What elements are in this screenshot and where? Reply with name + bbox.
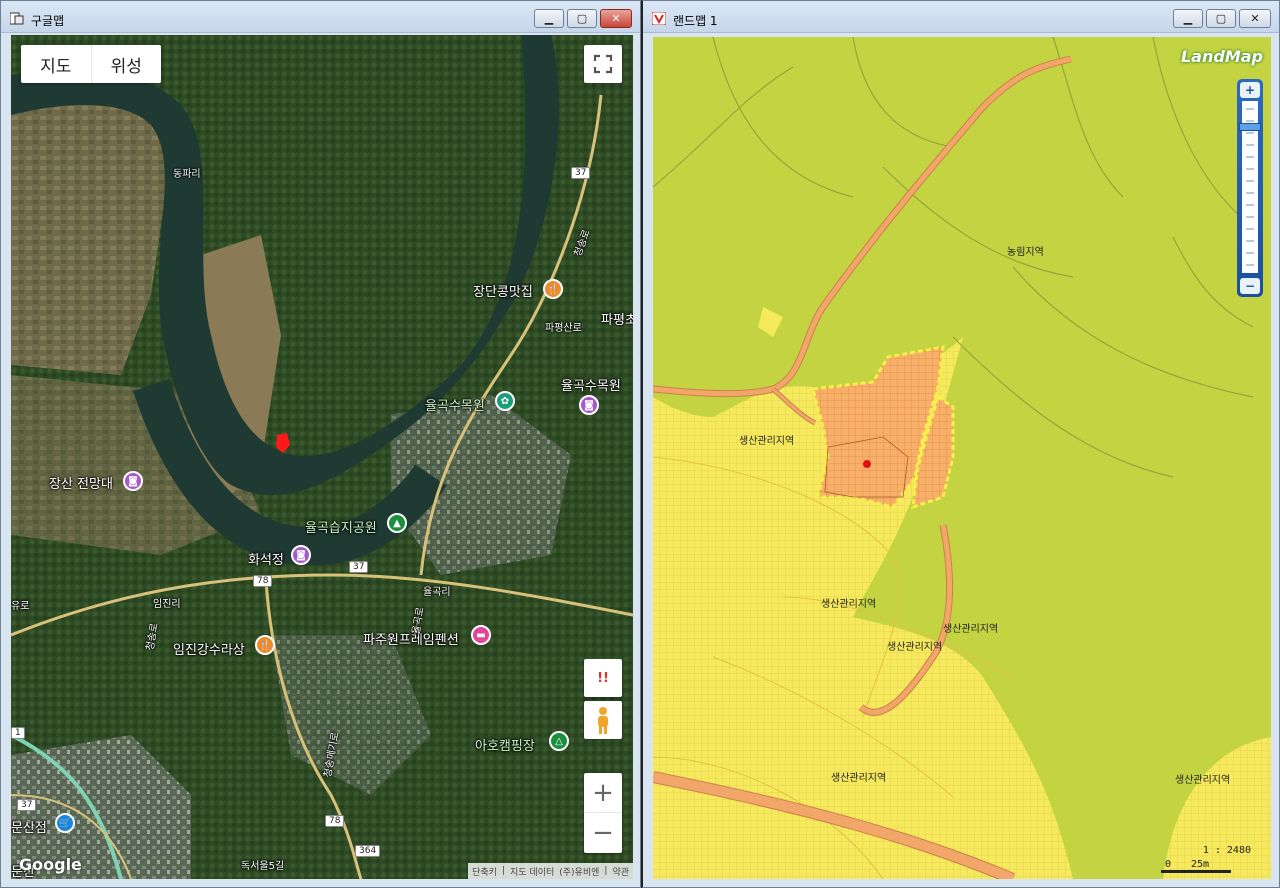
road-label: 독서울5길 — [241, 861, 285, 872]
close-icon: ✕ — [611, 12, 621, 25]
poi-label[interactable]: 문산점 — [11, 817, 47, 836]
alert-button[interactable]: !! — [584, 659, 622, 697]
maximize-button[interactable]: ▢ — [1206, 9, 1236, 28]
google-map-titlebar[interactable]: 구글맵 ▁ ▢ ✕ — [1, 1, 640, 33]
map-data-company: (주)유비엔 — [559, 867, 600, 878]
zoom-in-button[interactable]: + — [1240, 82, 1260, 98]
zoom-knob[interactable] — [1239, 123, 1261, 131]
road-badge: 37 — [17, 799, 37, 811]
zone-label: 생산관리지역 — [821, 599, 877, 610]
maximize-button[interactable]: ▢ — [567, 9, 597, 28]
zoning-map[interactable]: 농림지역 생산관리지역 생산관리지역 생산관리지역 생산관리지역 생산관리지역 … — [653, 37, 1271, 879]
maximize-icon: ▢ — [576, 12, 588, 25]
poi-label[interactable]: 율곡수목원 — [425, 395, 485, 414]
scale-zero: 0 — [1165, 859, 1172, 870]
campground-pin-icon[interactable]: △ — [549, 731, 569, 751]
map-type-control: 지도 위성 — [21, 45, 161, 83]
road-badge: 1 — [11, 727, 25, 739]
zoom-in-button[interactable]: + — [584, 773, 622, 813]
satellite-map[interactable]: 지도 위성 !! + − 37 37 78 78 364 37 1 장단콩맛집 … — [11, 35, 633, 879]
arboretum-pin-icon[interactable]: ✿ — [495, 391, 515, 411]
poi-label[interactable]: 화석정 — [248, 549, 284, 568]
road-badge: 78 — [325, 815, 345, 827]
road-badge: 78 — [253, 575, 273, 587]
minimize-icon: ▁ — [544, 12, 554, 25]
road-label: 유로 — [11, 601, 30, 612]
scale-ratio: 1 : 2480 — [1202, 845, 1251, 856]
attribution-divider: | — [604, 866, 608, 876]
window-title: 랜드맵 1 — [673, 14, 718, 28]
place-label: 임진리 — [153, 599, 181, 610]
poi-label[interactable]: 파평초 — [601, 309, 633, 328]
road-badge: 37 — [571, 167, 591, 179]
camera-pin-icon[interactable]: ◙ — [579, 395, 599, 415]
map-scale: 1 : 2480 0 25m — [1161, 845, 1251, 875]
close-button[interactable]: ✕ — [1239, 9, 1271, 28]
fullscreen-icon — [593, 54, 613, 74]
maximize-icon: ▢ — [1215, 12, 1227, 25]
attribution-divider: | — [501, 866, 505, 876]
minimize-icon: ▁ — [1183, 12, 1193, 25]
zoom-control: + − — [584, 773, 622, 853]
zoning-layers — [653, 37, 1271, 879]
road-label: 파평산로 — [545, 323, 582, 334]
zone-label: 생산관리지역 — [831, 773, 887, 784]
poi-label[interactable]: 장산 전망대 — [49, 473, 113, 492]
landmap-app-icon — [652, 12, 666, 25]
scale-bar — [1161, 870, 1231, 873]
scale-distance: 25m — [1191, 859, 1210, 870]
zoom-out-button[interactable]: − — [584, 813, 622, 853]
minimize-button[interactable]: ▁ — [1173, 9, 1203, 28]
close-button[interactable]: ✕ — [600, 9, 632, 28]
map-type-map-button[interactable]: 지도 — [21, 45, 91, 83]
zone-label: 생산관리지역 — [1175, 775, 1231, 786]
camera-pin-icon[interactable]: ◙ — [123, 471, 143, 491]
zoom-slider[interactable]: + − — [1237, 79, 1263, 297]
landmap-titlebar[interactable]: 랜드맵 1 ▁ ▢ ✕ — [643, 1, 1279, 33]
map-type-satellite-button[interactable]: 위성 — [90, 45, 162, 83]
zone-label: 생산관리지역 — [739, 436, 795, 447]
google-logo: Google — [19, 855, 82, 874]
road-badge: 364 — [355, 845, 381, 857]
lodging-pin-icon[interactable]: ▬ — [471, 625, 491, 645]
zoom-out-button[interactable]: − — [1240, 278, 1260, 294]
terms-link[interactable]: 약관 — [612, 865, 629, 878]
landmap-logo: LandMap — [1180, 47, 1263, 66]
map-data-link[interactable]: 지도 데이터 — [510, 865, 554, 878]
minimize-button[interactable]: ▁ — [534, 9, 564, 28]
place-label: 율곡리 — [423, 587, 451, 598]
park-pin-icon[interactable]: ▲ — [387, 513, 407, 533]
road-badge: 37 — [349, 561, 369, 573]
zone-label: 생산관리지역 — [943, 624, 999, 635]
window-title: 구글맵 — [31, 14, 65, 28]
keyboard-shortcuts-link[interactable]: 단축키 — [472, 865, 497, 878]
restaurant-pin-icon[interactable]: 🍴 — [543, 279, 563, 299]
app-icon — [10, 12, 24, 25]
google-map-window: 구글맵 ▁ ▢ ✕ 지도 위성 !! + − 37 37 78 78 364 3… — [0, 0, 641, 888]
zone-label: 생산관리지역 — [887, 642, 943, 653]
shopping-pin-icon[interactable]: 🛒 — [55, 813, 75, 833]
close-icon: ✕ — [1250, 12, 1260, 25]
poi-label[interactable]: 임진강수라상 — [173, 639, 245, 658]
poi-label[interactable]: 장단콩맛집 — [473, 281, 533, 300]
landmap-window: 랜드맵 1 ▁ ▢ ✕ 농림지역 생산관리지역 생산관리지역 생산관리지역 생산… — [641, 0, 1280, 888]
poi-label[interactable]: 율곡습지공원 — [305, 517, 377, 536]
attribution-bar: 단축키 | 지도 데이터 (주)유비엔 | 약관 — [468, 863, 633, 879]
place-label: 동파리 — [173, 169, 201, 180]
poi-label[interactable]: 아호캠핑장 — [475, 735, 535, 754]
zone-label: 농림지역 — [1007, 247, 1044, 258]
street-view-pegman[interactable] — [584, 701, 622, 739]
alert-icon: !! — [597, 670, 609, 686]
restaurant-pin-icon[interactable]: 🍴 — [255, 635, 275, 655]
poi-label[interactable]: 율곡수목원 — [561, 375, 621, 394]
pegman-icon — [598, 707, 608, 734]
fullscreen-button[interactable] — [584, 45, 622, 83]
location-point-icon — [863, 460, 871, 468]
camera-pin-icon[interactable]: ◙ — [291, 545, 311, 565]
